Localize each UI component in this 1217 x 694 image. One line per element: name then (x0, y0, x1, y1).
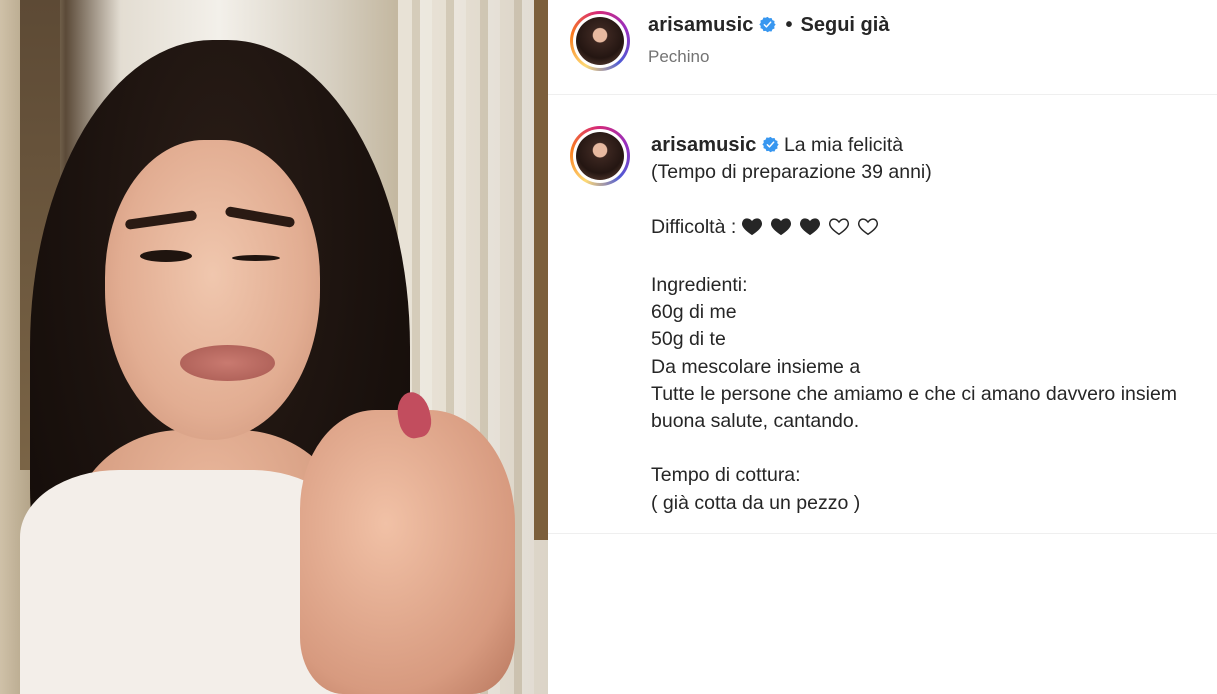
caption-line: Tempo di cottura: (651, 464, 801, 487)
following-button[interactable]: Segui già (801, 14, 890, 36)
door-frame (534, 0, 548, 540)
header-name-line: arisamusic • Segui già (648, 14, 889, 37)
caption-avatar[interactable] (570, 126, 630, 186)
verified-badge-icon (758, 16, 776, 33)
caption-line: Ingredienti: (651, 274, 748, 297)
white-heart-icon (827, 215, 851, 237)
difficulty-hearts (740, 215, 885, 245)
avatar-image (576, 132, 624, 180)
left-eye (140, 250, 192, 262)
username-link[interactable]: arisamusic (648, 14, 754, 36)
avatar[interactable] (570, 11, 630, 71)
lips (180, 345, 275, 381)
caption-line: Difficoltà : (651, 215, 737, 238)
black-heart-icon (740, 215, 764, 237)
caption-line: ( già cotta da un pezzo ) (651, 491, 861, 514)
separator-dot: • (785, 14, 793, 36)
caption-line: 50g di te (651, 328, 726, 351)
caption-section: arisamusic La mia felicità (Tempo di pre… (548, 95, 1217, 534)
post-header: arisamusic • Segui già Pechino (548, 0, 1217, 95)
black-heart-icon (798, 215, 822, 237)
thumbs-up-hand (300, 410, 515, 694)
caption-username-link[interactable]: arisamusic (651, 134, 757, 156)
face (105, 140, 320, 440)
post-photo[interactable] (0, 0, 548, 694)
caption-line: Tutte le persone che amiamo e che ci ama… (651, 382, 1178, 405)
post-panel: arisamusic • Segui già Pechino arisamusic… (548, 0, 1217, 694)
caption-line: buona salute, cantando. (651, 410, 860, 433)
caption-line: 60g di me (651, 301, 737, 324)
caption-line: (Tempo di preparazione 39 anni) (651, 161, 932, 184)
avatar-image (576, 17, 624, 65)
caption-line: La mia felicità (783, 134, 904, 156)
caption-text: arisamusic La mia felicità (Tempo di pre… (651, 132, 1217, 517)
white-heart-icon (856, 215, 880, 237)
right-eye-wink (232, 255, 280, 261)
caption-line: Da mescolare insieme a (651, 355, 861, 378)
verified-badge-icon (761, 136, 779, 153)
location-link[interactable]: Pechino (648, 47, 709, 67)
black-heart-icon (769, 215, 793, 237)
